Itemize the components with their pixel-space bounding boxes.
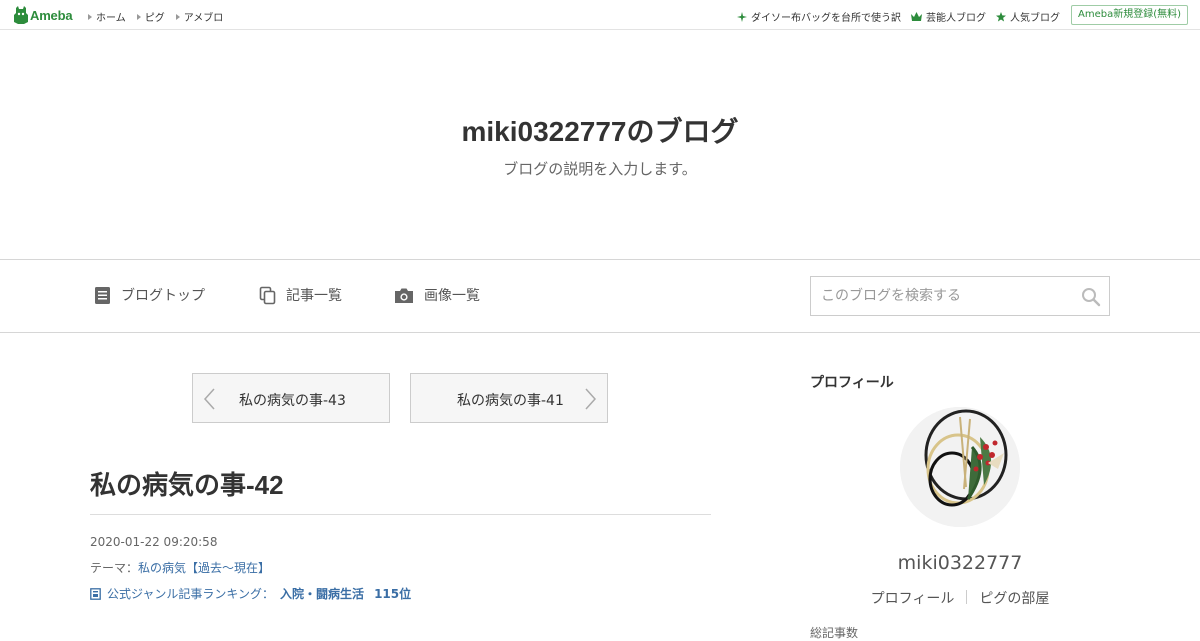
pigg-room-link[interactable]: ピグの部屋 (967, 588, 1061, 608)
entry-date: 2020-01-22 09:20:58 (90, 535, 218, 549)
nav-home[interactable]: ホーム (88, 9, 126, 24)
prev-entry-button[interactable]: 私の病気の事-43 (192, 373, 390, 423)
entry-title[interactable]: 私の病気の事-42 (90, 465, 284, 502)
profile-links: プロフィール ピグの部屋 (810, 588, 1110, 608)
entry-theme-prefix: テーマ： (90, 561, 139, 575)
blog-header: miki0322777のブログ ブログの説明を入力します。 (0, 30, 1200, 260)
blog-title[interactable]: miki0322777のブログ (0, 110, 1200, 150)
caret-right-icon (175, 13, 180, 20)
link-featured-article-label: ダイソー布バッグを台所で使う訳 (751, 13, 901, 24)
blog-menu: ブログトップ 記事一覧 画像一覧 (0, 260, 1200, 333)
link-featured-article[interactable]: ダイソー布バッグを台所で使う訳 (737, 9, 901, 24)
next-entry-button[interactable]: 私の病気の事-41 (410, 373, 608, 423)
link-celebrity-blogs-label: 芸能人ブログ (926, 13, 986, 24)
chevron-left-icon (203, 388, 215, 410)
chevron-right-icon (585, 388, 597, 410)
entry-theme-link[interactable]: 私の病気【過去～現在】 (138, 561, 270, 575)
caret-right-icon (88, 13, 92, 20)
blog-description: ブログの説明を入力します。 (503, 160, 697, 178)
entry-ranking: 公式ジャンル記事ランキング： 入院・闘病生活 115位 (90, 585, 411, 602)
ameba-logo[interactable]: Ameba (14, 6, 73, 24)
star-icon (996, 11, 1006, 21)
caret-right-icon (136, 13, 141, 20)
nav-ameblo-label: アメブロ (183, 13, 224, 24)
menu-blog-top-label: ブログトップ (121, 288, 205, 304)
global-header: Ameba ホーム ピグ アメブロ ダイソー布バッグを台所で使う訳 芸能人ブログ… (0, 0, 1200, 30)
search-icon[interactable] (1081, 287, 1101, 307)
menu-entry-list-label: 記事一覧 (286, 288, 342, 304)
logo-text: Ameba (30, 7, 73, 23)
profile-link[interactable]: プロフィール (859, 588, 967, 608)
nav-pigg[interactable]: ピグ (136, 9, 165, 24)
profile-image (900, 407, 1020, 527)
ranking-genre-link[interactable]: 入院・闘病生活 (280, 585, 364, 602)
avatar[interactable] (900, 407, 1020, 527)
link-celebrity-blogs[interactable]: 芸能人ブログ (911, 9, 986, 24)
sidebar-cut-off-label: 総記事数 (810, 626, 859, 640)
menu-image-list[interactable]: 画像一覧 (394, 285, 480, 305)
menu-image-list-label: 画像一覧 (424, 288, 480, 304)
camera-icon (395, 288, 413, 303)
nav-pigg-label: ピグ (144, 13, 165, 24)
ranking-icon (90, 587, 101, 600)
ranking-rank[interactable]: 115位 (374, 585, 411, 602)
register-button[interactable]: Ameba新規登録(無料) (1070, 5, 1188, 25)
profile-name[interactable]: miki0322777 (810, 552, 1110, 574)
prev-entry-label: 私の病気の事-43 (239, 393, 346, 409)
nav-home-label: ホーム (96, 13, 126, 24)
sparkle-icon (737, 11, 747, 22)
global-nav: ホーム ピグ アメブロ (88, 9, 223, 24)
link-popular-blogs-label: 人気ブログ (1010, 13, 1060, 24)
crown-icon (911, 12, 922, 21)
profile-heading: プロフィール (810, 375, 894, 391)
copy-icon (259, 286, 276, 304)
ameba-mascot-icon (14, 6, 28, 24)
ranking-prefix: 公式ジャンル記事ランキング： (107, 587, 275, 601)
next-entry-label: 私の病気の事-41 (457, 393, 564, 409)
entry-divider (90, 514, 711, 515)
menu-entry-list[interactable]: 記事一覧 (259, 285, 342, 305)
link-popular-blogs[interactable]: 人気ブログ (996, 9, 1060, 24)
nav-ameblo[interactable]: アメブロ (175, 9, 224, 24)
blog-search (810, 276, 1110, 316)
entry-theme: テーマ：私の病気【過去～現在】 (90, 559, 270, 576)
global-links: ダイソー布バッグを台所で使う訳 芸能人ブログ 人気ブログ (737, 9, 1060, 24)
menu-blog-top[interactable]: ブログトップ (94, 285, 205, 305)
document-icon (95, 286, 110, 304)
search-input[interactable] (811, 277, 1081, 315)
